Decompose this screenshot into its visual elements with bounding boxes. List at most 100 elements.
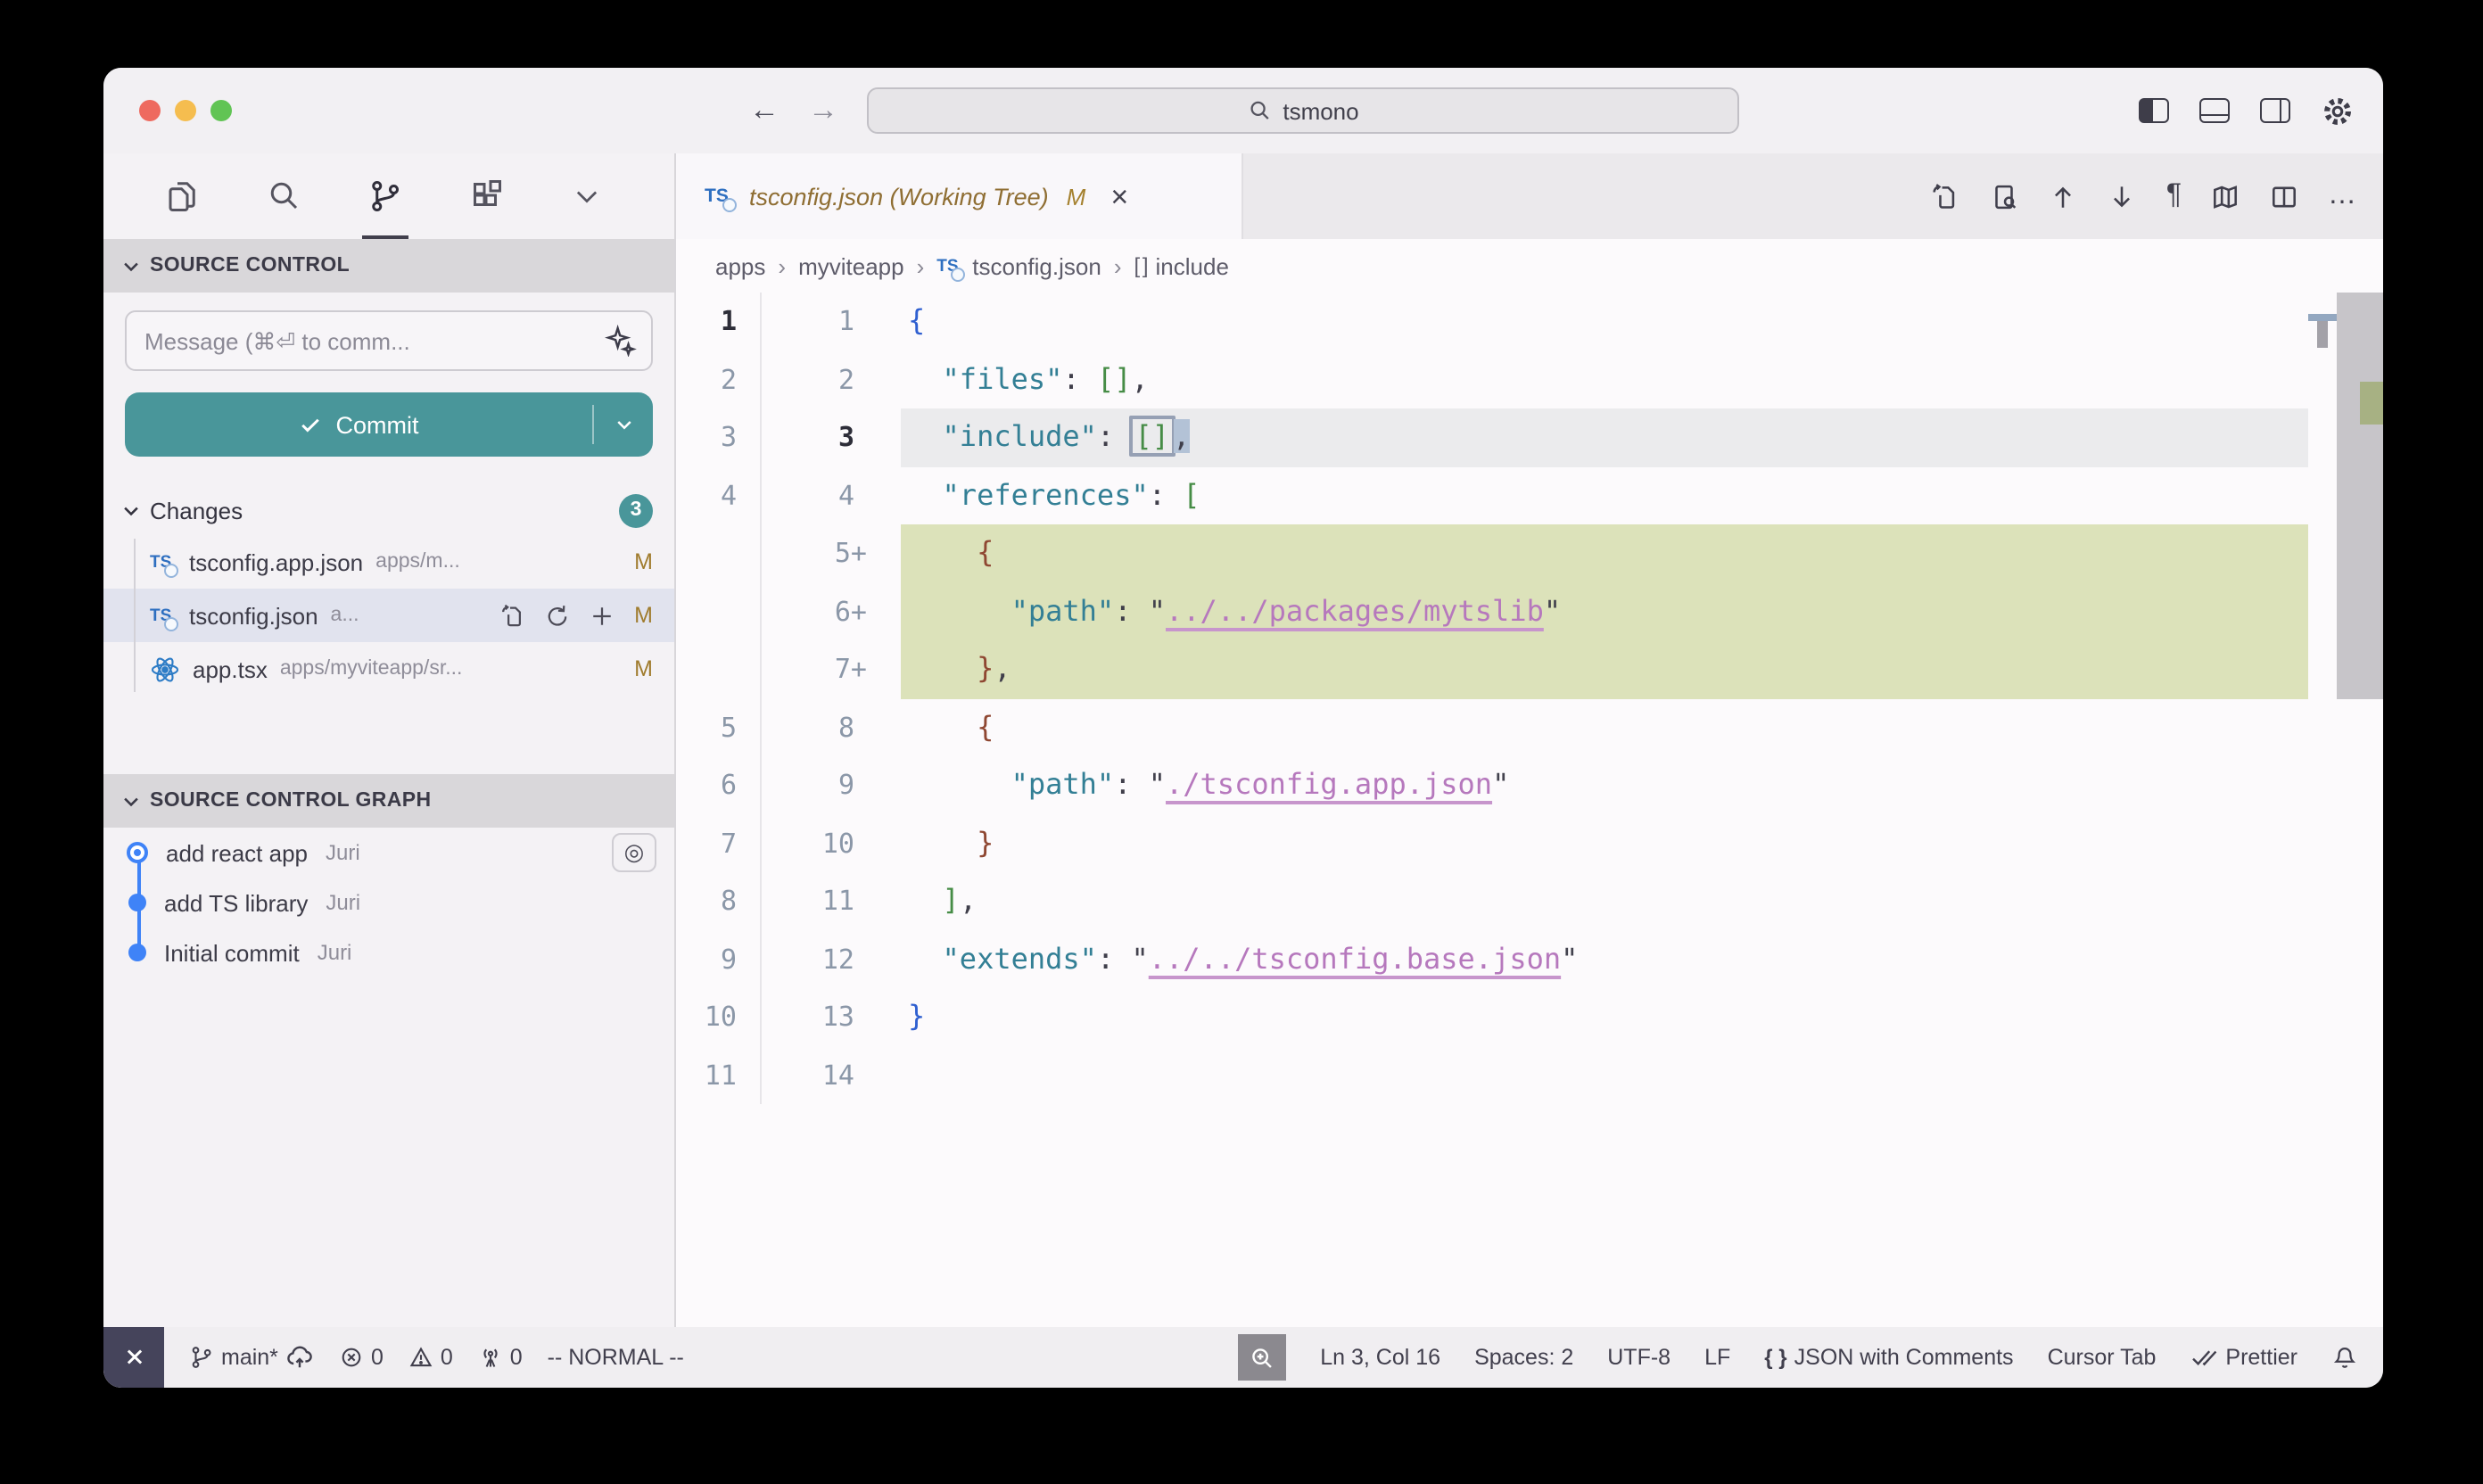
code-line[interactable]: 44 "references": [ <box>676 466 2308 524</box>
code-line-content: "files": [], <box>901 350 2308 408</box>
eol-label: LF <box>1704 1345 1730 1370</box>
code-line[interactable]: 33 "include": [], <box>676 408 2308 466</box>
ports[interactable]: 0 <box>478 1345 523 1370</box>
eol[interactable]: LF <box>1704 1345 1730 1370</box>
previous-change-icon[interactable] <box>2049 181 2079 211</box>
code-line[interactable]: 1114 <box>676 1046 2308 1104</box>
notifications[interactable] <box>2331 1344 2358 1371</box>
formatter-label: Prettier <box>2225 1345 2297 1370</box>
bell-icon <box>2331 1344 2358 1371</box>
code-token: } <box>908 999 925 1033</box>
code-line[interactable]: 912 "extends": "../../tsconfig.base.json… <box>676 930 2308 988</box>
scrollbar-thumb[interactable] <box>2337 293 2383 699</box>
toggle-secondary-sidebar-icon[interactable] <box>2260 98 2290 123</box>
code-line[interactable]: 22 "files": [], <box>676 350 2308 408</box>
toggle-primary-sidebar-icon[interactable] <box>2139 98 2169 123</box>
typescript-file-icon: TS <box>936 252 963 279</box>
ports-label: 0 <box>510 1345 523 1370</box>
errors[interactable]: 0 <box>339 1345 384 1370</box>
stage-icon[interactable] <box>588 602 615 629</box>
whitespace-toggle-icon[interactable]: ¶ <box>2166 180 2182 212</box>
source-control-graph-header[interactable]: SOURCE CONTROL GRAPH <box>103 774 674 828</box>
original-line-number <box>676 582 762 640</box>
formatter[interactable]: Prettier <box>2190 1343 2297 1372</box>
commit-row[interactable]: Initial commitJuri <box>103 928 674 977</box>
close-tab-icon[interactable]: × <box>1110 181 1128 211</box>
source-control-header[interactable]: SOURCE CONTROL <box>103 239 674 293</box>
commit-dropdown-button[interactable] <box>592 405 653 444</box>
code-line[interactable]: 69 "path": "./tsconfig.app.json" <box>676 756 2308 814</box>
extensions-icon[interactable] <box>469 153 505 239</box>
zoom-window-button[interactable] <box>210 100 232 121</box>
commit-message-input[interactable] <box>125 310 653 371</box>
breadcrumb-item-tsconfig-json[interactable]: TStsconfig.json <box>936 252 1101 279</box>
changes-section-header[interactable]: Changes 3 <box>103 485 674 535</box>
breadcrumb-item-apps[interactable]: apps <box>715 252 765 279</box>
original-line-number <box>676 640 762 698</box>
code-line[interactable]: 11{ <box>676 293 2308 350</box>
checkout-target-button[interactable]: ◎ <box>612 833 656 872</box>
more-actions-icon[interactable]: … <box>2328 180 2358 212</box>
minimize-window-button[interactable] <box>175 100 196 121</box>
git-branch[interactable]: main* <box>189 1343 314 1372</box>
tab-tsconfig-working-tree[interactable]: TS tsconfig.json (Working Tree) M × <box>676 153 1243 239</box>
open-changes-icon[interactable] <box>1931 181 1961 211</box>
gear-icon[interactable] <box>2321 94 2355 128</box>
warnings[interactable]: 0 <box>408 1345 453 1370</box>
discard-icon[interactable] <box>543 602 570 629</box>
chevron-down-icon[interactable] <box>571 153 603 239</box>
inline-view-icon[interactable] <box>1990 181 2020 211</box>
scm-file-row[interactable]: TStsconfig.app.jsonapps/m...M <box>103 535 674 589</box>
breadcrumb-item-myviteapp[interactable]: myviteapp <box>798 252 904 279</box>
command-center-search[interactable]: tsmono <box>867 87 1739 134</box>
code-line[interactable]: 58 { <box>676 698 2308 756</box>
remote-indicator[interactable] <box>103 1327 164 1388</box>
split-editor-icon[interactable] <box>2269 181 2299 211</box>
forward-arrow-icon[interactable]: → <box>808 93 838 128</box>
breadcrumb-item-include[interactable]: [ ]include <box>1134 252 1229 279</box>
code-line[interactable]: 6+ "path": "../../packages/mytslib" <box>676 582 2308 640</box>
zoom-indicator[interactable] <box>1238 1334 1286 1381</box>
explorer-icon[interactable] <box>164 153 200 239</box>
commit-row[interactable]: add TS libraryJuri <box>103 878 674 928</box>
scm-file-row[interactable]: app.tsxapps/myviteapp/sr...M <box>103 642 674 696</box>
language-mode[interactable]: { }JSON with Comments <box>1764 1345 2013 1370</box>
code-token: ./tsconfig.app.json <box>1166 767 1492 801</box>
code-line[interactable]: 5+ { <box>676 524 2308 582</box>
diff-decoration-gutter <box>869 1046 901 1104</box>
cursor-tab[interactable]: Cursor Tab <box>2048 1345 2157 1370</box>
file-name: app.tsx <box>193 655 268 682</box>
encoding[interactable]: UTF-8 <box>1607 1345 1670 1370</box>
code-line[interactable]: 710 } <box>676 814 2308 872</box>
code-line-content: { <box>901 293 2308 350</box>
commit-button[interactable]: Commit <box>125 392 653 457</box>
sparkle-icon[interactable] <box>605 325 637 357</box>
indentation[interactable]: Spaces: 2 <box>1474 1345 1573 1370</box>
source-control-icon[interactable] <box>367 153 403 239</box>
overview-cursor-marker <box>2317 320 2328 347</box>
code-line[interactable]: 811 ], <box>676 872 2308 930</box>
open-file-icon[interactable] <box>499 602 525 629</box>
cursor-position[interactable]: Ln 3, Col 16 <box>1320 1345 1440 1370</box>
code-line-content: } <box>901 814 2308 872</box>
map-icon[interactable] <box>2210 181 2240 211</box>
close-window-button[interactable] <box>139 100 161 121</box>
back-arrow-icon[interactable]: ← <box>749 93 780 128</box>
toggle-panel-icon[interactable] <box>2199 98 2230 123</box>
modified-line-number: 9 <box>762 756 869 814</box>
titlebar: ← → tsmono <box>103 68 2383 153</box>
code-line[interactable]: 7+ }, <box>676 640 2308 698</box>
warnings-label: 0 <box>441 1345 453 1370</box>
next-change-icon[interactable] <box>2108 181 2138 211</box>
vertical-scrollbar[interactable] <box>2337 293 2383 1327</box>
code-token <box>908 941 943 975</box>
diff-decoration-gutter <box>869 408 901 466</box>
scm-file-row[interactable]: TStsconfig.jsona...M <box>103 589 674 642</box>
vim-mode[interactable]: -- NORMAL -- <box>548 1345 684 1370</box>
cursor-position-label: Ln 3, Col 16 <box>1320 1345 1440 1370</box>
commit-row[interactable]: add react appJuri◎ <box>103 828 674 878</box>
search-sidebar-icon[interactable] <box>266 153 301 239</box>
code-token: "path" <box>1011 767 1115 801</box>
code-line[interactable]: 1013} <box>676 988 2308 1046</box>
code-token: " <box>1149 767 1166 801</box>
